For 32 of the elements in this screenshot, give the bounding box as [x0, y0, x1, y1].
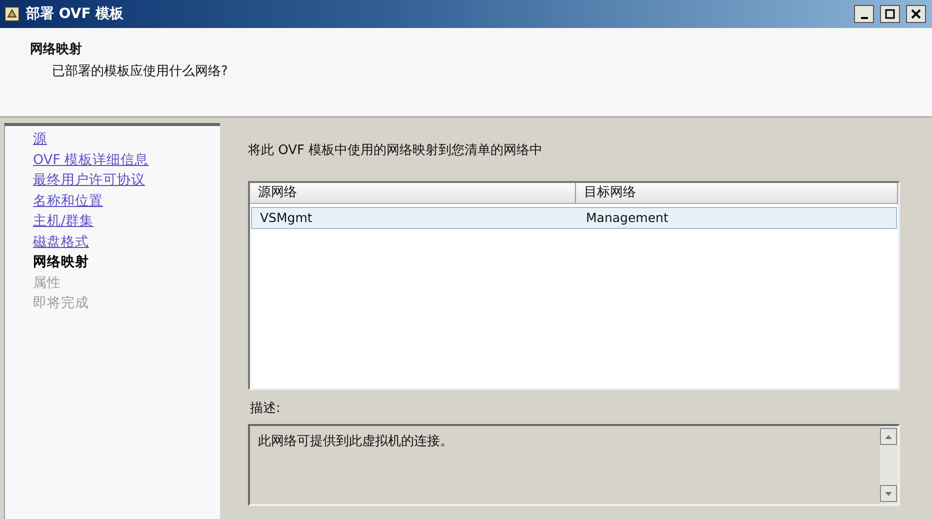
step-link[interactable]: 主机/群集 [33, 211, 94, 232]
step-link[interactable]: OVF 模板详细信息 [33, 150, 149, 170]
step-label: 即将完成 [33, 294, 89, 313]
minimize-button[interactable] [854, 5, 874, 23]
minimize-icon [860, 17, 868, 19]
up-arrow-icon [885, 434, 892, 438]
scroll-down-button[interactable] [880, 485, 897, 502]
step-link[interactable]: 源 [33, 129, 47, 150]
maximize-button[interactable] [880, 5, 900, 23]
step-label: 属性 [33, 274, 61, 292]
table-cell-text: Management [585, 209, 670, 227]
maximize-icon [885, 9, 895, 19]
close-icon [911, 9, 921, 19]
table-row[interactable]: VSMgmt Management [251, 207, 897, 229]
table-cell-text: VSMgmt [259, 209, 314, 227]
page-title: 网络映射 [30, 41, 83, 58]
step-link[interactable]: 名称和位置 [33, 190, 103, 211]
step-link[interactable]: 磁盘格式 [33, 232, 89, 252]
step-link[interactable]: 最终用户许可协议 [33, 170, 145, 190]
scrollbar[interactable] [880, 426, 898, 504]
page-subtitle: 已部署的模板应使用什么网络? [51, 63, 229, 80]
description-text: 此网络可提供到此虚拟机的连接。 [257, 433, 454, 451]
down-arrow-icon [885, 492, 892, 496]
description-label: 描述: [250, 400, 282, 417]
column-header[interactable]: 目标网络 [576, 183, 898, 203]
column-header[interactable]: 源网络 [250, 183, 576, 203]
close-button[interactable] [906, 5, 926, 23]
scroll-up-button[interactable] [880, 428, 897, 445]
window-title: 部署 OVF 模板 [26, 5, 125, 23]
step-label: 网络映射 [33, 253, 89, 272]
app-icon [4, 6, 20, 22]
instruction-text: 将此 OVF 模板中使用的网络映射到您清单的网络中 [248, 142, 544, 159]
